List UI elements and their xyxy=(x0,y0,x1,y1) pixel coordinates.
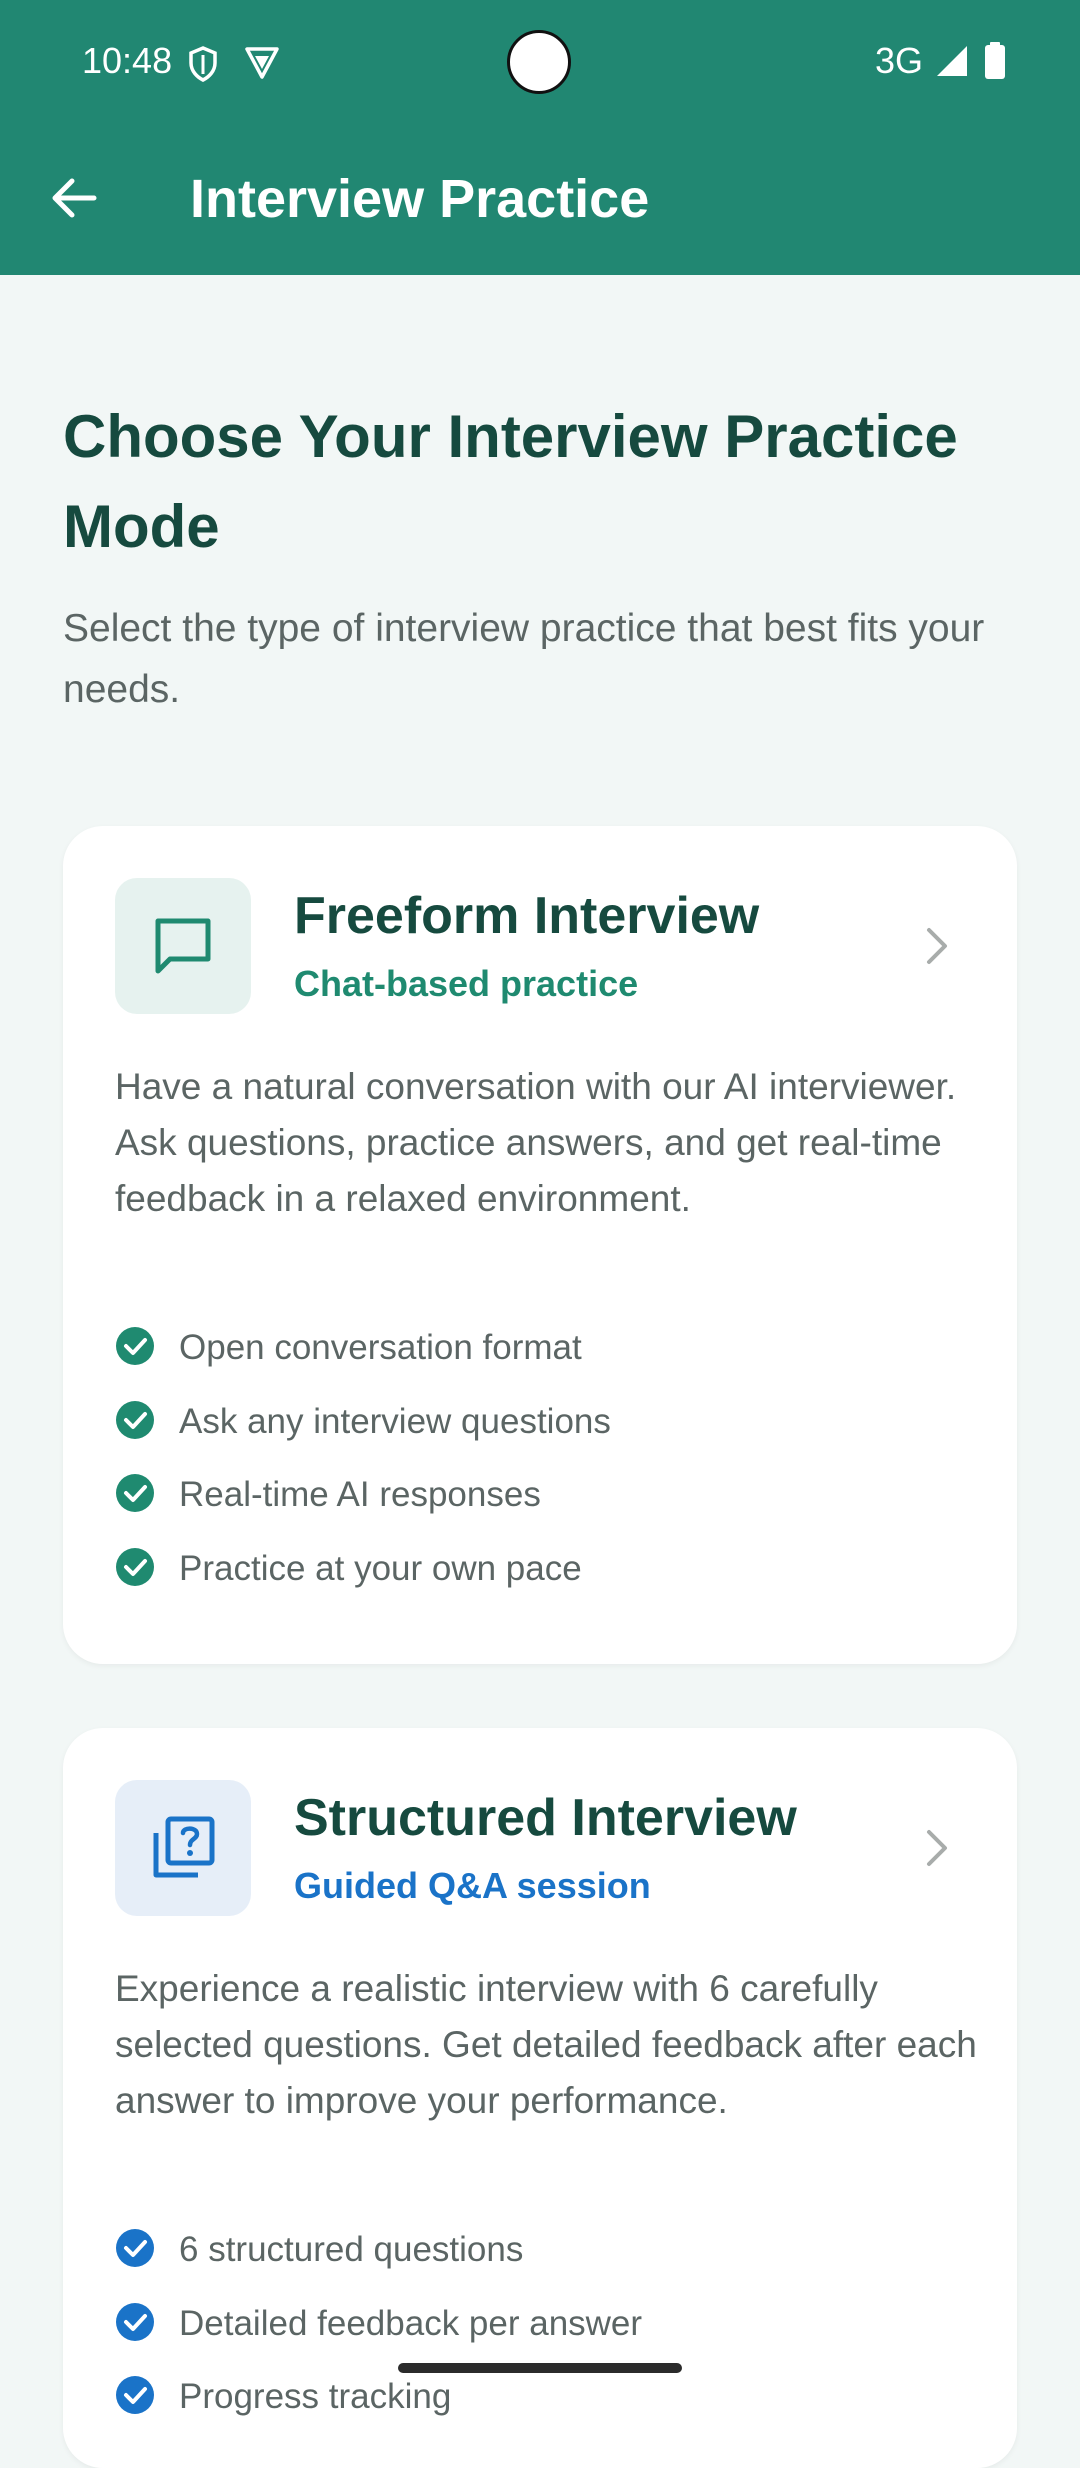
battery-icon xyxy=(984,42,1006,85)
check-circle-icon xyxy=(116,1327,154,1365)
card-subtitle: Chat-based practice xyxy=(294,963,639,1004)
check-circle-icon xyxy=(116,1548,154,1586)
feature-label: 6 structured questions xyxy=(179,2230,524,2269)
vpn-icon xyxy=(244,46,280,85)
feature-label: Detailed feedback per answer xyxy=(179,2304,643,2343)
card-description: Have a natural conversation with our AI … xyxy=(115,1066,957,1219)
status-time: 10:48 xyxy=(82,40,173,81)
page-title: Interview Practice xyxy=(190,169,650,229)
freeform-icon-box xyxy=(115,878,251,1014)
card-title: Structured Interview xyxy=(294,1789,797,1847)
card-description: Experience a realistic interview with 6 … xyxy=(115,1968,977,2121)
card-title: Freeform Interview xyxy=(294,887,760,945)
chat-icon xyxy=(155,918,211,974)
quiz-icon xyxy=(153,1816,215,1878)
feature-label: Open conversation format xyxy=(179,1328,582,1367)
check-circle-icon xyxy=(116,1401,154,1439)
status-bar: 10:48 3G xyxy=(0,0,1080,126)
check-circle-icon xyxy=(116,1474,154,1512)
chevron-right-icon xyxy=(921,924,951,973)
gesture-nav-handle[interactable] xyxy=(398,2363,682,2373)
app-bar: 10:48 3G Interview Practice xyxy=(0,0,1080,275)
network-type: 3G xyxy=(875,40,924,81)
freeform-interview-card[interactable]: Freeform Interview Chat-based practice H… xyxy=(63,826,1017,1664)
feature-label: Real-time AI responses xyxy=(179,1475,541,1514)
feature-label: Ask any interview questions xyxy=(179,1402,611,1441)
section-subtitle: Select the type of interview practice th… xyxy=(63,607,985,711)
camera-cutout xyxy=(507,30,571,94)
section-heading: Choose Your Interview Practice Mode xyxy=(63,403,958,560)
feature-label: Practice at your own pace xyxy=(179,1549,582,1588)
signal-icon xyxy=(935,44,969,83)
chevron-right-icon xyxy=(921,1826,951,1875)
structured-interview-card[interactable]: Structured Interview Guided Q&A session … xyxy=(63,1728,1017,2468)
shield-icon xyxy=(188,46,218,87)
check-circle-icon xyxy=(116,2229,154,2267)
feature-label: Progress tracking xyxy=(179,2377,452,2416)
check-circle-icon xyxy=(116,2376,154,2414)
card-subtitle: Guided Q&A session xyxy=(294,1865,651,1906)
structured-icon-box xyxy=(115,1780,251,1916)
check-circle-icon xyxy=(116,2303,154,2341)
back-arrow-icon[interactable] xyxy=(44,168,104,228)
